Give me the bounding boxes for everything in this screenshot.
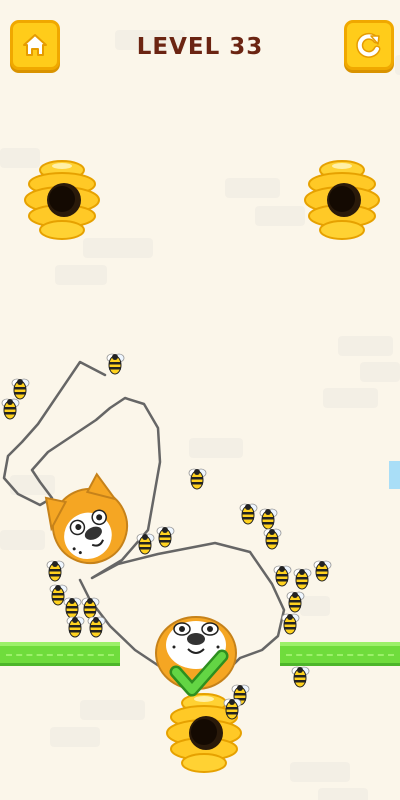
- bee: [87, 616, 106, 638]
- bee: [259, 508, 278, 530]
- bee: [156, 526, 175, 548]
- bee: [136, 533, 155, 555]
- bee: [46, 560, 65, 582]
- bee: [291, 666, 310, 688]
- top-left-hive: [24, 160, 100, 240]
- bee: [273, 565, 292, 587]
- bee: [286, 591, 305, 613]
- bee: [1, 398, 20, 420]
- game-stage[interactable]: LEVEL 33: [0, 0, 400, 800]
- top-right-hive: [304, 160, 380, 240]
- bee: [239, 503, 258, 525]
- bee: [263, 528, 282, 550]
- bee: [281, 613, 300, 635]
- drawn-line: [2, 360, 286, 688]
- bee: [81, 597, 100, 619]
- game-layer: [1, 160, 380, 773]
- bee: [66, 616, 85, 638]
- bee: [293, 568, 312, 590]
- bee: [313, 560, 332, 582]
- bee: [106, 353, 125, 375]
- bee: [11, 378, 30, 400]
- bee: [188, 468, 207, 490]
- bee: [63, 597, 82, 619]
